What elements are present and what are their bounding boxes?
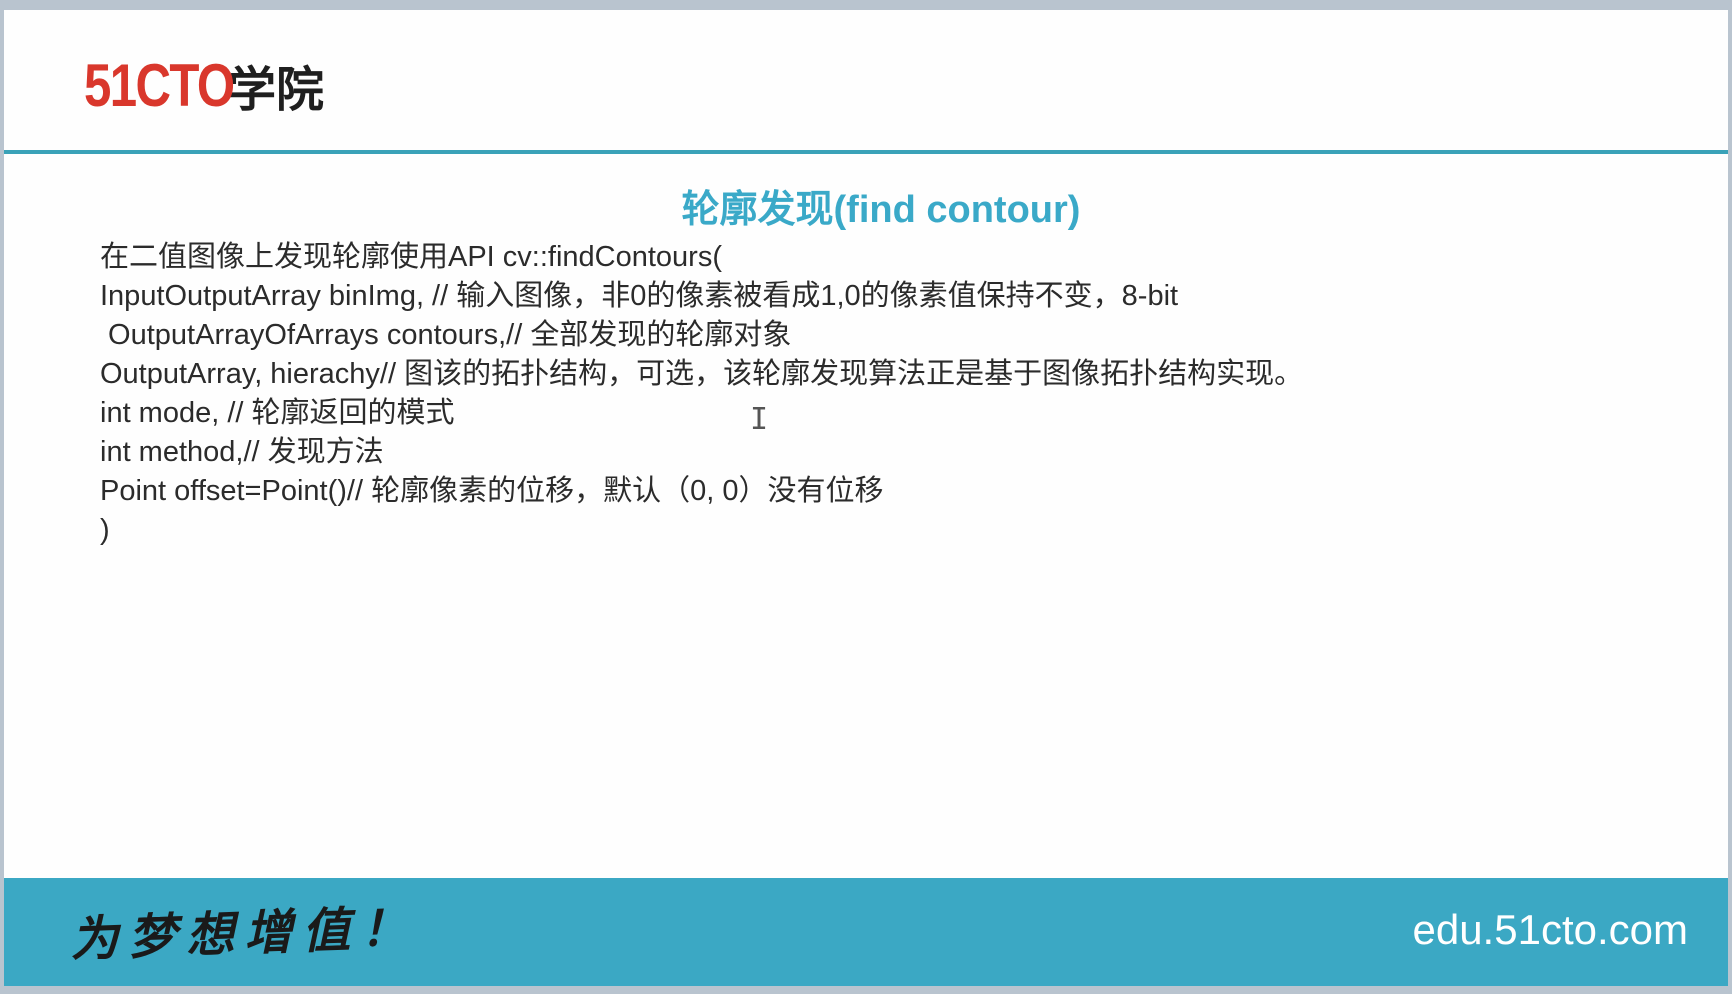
site-url[interactable]: edu.51cto.com	[1412, 906, 1688, 954]
slide: 51CTO 学院 轮廓发现(find contour) 在二值图像上发现轮廓使用…	[4, 10, 1728, 986]
code-line: int mode, // 轮廓返回的模式	[100, 397, 455, 429]
logo-name: 学院	[228, 62, 325, 118]
code-line: 在二值图像上发现轮廓使用API cv::findContours(	[100, 241, 722, 273]
slogan: 为梦想增值！	[69, 899, 420, 969]
logo: 51CTO 学院	[84, 50, 324, 120]
code-line: Point offset=Point()// 轮廓像素的位移，默认（0, 0）没…	[100, 475, 884, 507]
slide-title: 轮廓发现(find contour)	[681, 189, 1081, 231]
logo-number: 51CTO	[84, 52, 235, 119]
text-cursor-icon: I	[750, 402, 769, 437]
slide-footer: 为梦想增值！ edu.51cto.com	[4, 878, 1728, 986]
code-block: 在二值图像上发现轮廓使用API cv::findContours( InputO…	[100, 238, 1640, 550]
code-line: )	[100, 514, 110, 546]
slide-header: 51CTO 学院	[4, 10, 1728, 160]
code-line: OutputArray, hierachy// 图该的拓扑结构，可选，该轮廓发现…	[100, 358, 1304, 390]
code-line: int method,// 发现方法	[100, 436, 384, 468]
code-line: InputOutputArray binImg, // 输入图像，非0的像素被看…	[100, 280, 1179, 312]
code-line: OutputArrayOfArrays contours,// 全部发现的轮廓对…	[100, 319, 792, 351]
header-divider	[4, 150, 1728, 154]
